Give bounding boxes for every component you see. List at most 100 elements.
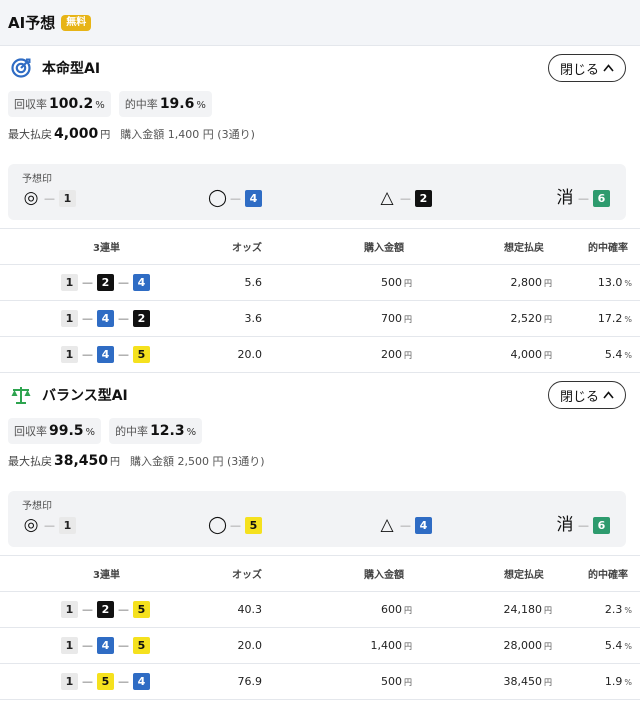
amount-value: 500	[381, 675, 402, 688]
amount-value: 200	[381, 348, 402, 361]
max-payout-label: 最大払戻	[8, 455, 52, 468]
trifecta-combo: 1 — 2 — 4	[0, 274, 150, 291]
boat-number-box: 4	[245, 189, 262, 207]
stat-value: 12.3	[150, 423, 185, 439]
stat-value: 99.5	[49, 423, 84, 439]
stat-label: 的中率	[115, 425, 149, 438]
yen-unit: 円	[404, 279, 412, 288]
marks-title: 予想印	[22, 501, 52, 512]
mark-symbol: 消	[556, 515, 574, 535]
purchase-summary: 購入金額 2,500 円 (3通り)	[130, 455, 265, 468]
column-header: 想定払戻	[430, 555, 570, 592]
dash: —	[82, 276, 93, 289]
table-row: 1—4—2 3.6 700 円 2,520 円 17.2%	[0, 300, 640, 337]
odds-value: 5.6	[244, 276, 263, 289]
expected-payout-cell: 24,180 円	[430, 591, 570, 628]
table-row: 1—4—5 20.0 200 円 4,000 円 5.4%	[0, 336, 640, 373]
section-title: 本命型AI	[42, 61, 101, 77]
trifecta-combo: 1 — 4 — 2	[0, 310, 150, 327]
boat-number-box: 5	[133, 346, 150, 363]
percent-unit: %	[624, 678, 632, 687]
hit-probability-cell: 13.0%	[570, 264, 640, 301]
odds-value: 3.6	[244, 312, 263, 325]
payout-value: 2,520	[510, 312, 543, 325]
boat-number-box: 6	[593, 189, 610, 207]
stat-pill: 回収率 100.2%	[8, 91, 111, 117]
dash: —	[82, 675, 93, 688]
column-header: 3連単	[0, 555, 150, 592]
chevron-up-icon	[603, 388, 614, 402]
odds-cell: 76.9	[150, 663, 280, 700]
payout-value: 4,000	[510, 348, 543, 361]
boat-number-box: 2	[133, 310, 150, 327]
payout-value: 24,180	[503, 603, 543, 616]
mark-symbol: ◯	[208, 188, 228, 208]
mark-symbol: ◎	[23, 515, 39, 535]
probability-value: 13.0	[597, 276, 623, 289]
prediction-table: 3連単 オッズ 購入金額 想定払戻 的中確率 1—2—5 40.3 600 円 24,180 円 2.…	[0, 555, 640, 700]
prediction-marks: 予想印 ◎ —1 ◯ —5 △ —4 消 —6	[8, 491, 626, 547]
stat-value: 100.2	[49, 96, 94, 112]
max-payout-label: 最大払戻	[8, 128, 52, 141]
amount-cell: 500 円	[280, 264, 430, 301]
yen-unit: 円	[544, 606, 552, 615]
dash: —	[118, 312, 129, 325]
dash: —	[82, 603, 93, 616]
mark-symbol: ◯	[208, 515, 228, 535]
free-badge: 無料	[61, 14, 92, 31]
mark-symbol: 消	[556, 188, 574, 208]
ai-section: バランス型AI 閉じる 回収率 99.5% 的中率 12.3% 最大払戻 38,450 円購入金…	[0, 373, 640, 700]
probability-value: 2.3	[604, 603, 623, 616]
mark-item: ◎ — 1	[22, 514, 76, 536]
stat-unit: %	[196, 100, 206, 111]
mark-symbol: ◎	[23, 188, 39, 208]
mark-item: △ — 4	[378, 514, 432, 536]
odds-value: 20.0	[237, 348, 263, 361]
amount-cell: 200 円	[280, 336, 430, 373]
yen-unit: 円	[404, 678, 412, 687]
table-row: 1—2—4 5.6 500 円 2,800 円 13.0%	[0, 264, 640, 301]
close-button[interactable]: 閉じる	[548, 381, 626, 409]
dash: —	[400, 191, 411, 205]
yen-unit: 円	[544, 678, 552, 687]
odds-cell: 40.3	[150, 591, 280, 628]
max-payout-value: 38,450	[54, 453, 109, 469]
stat-unit: %	[186, 427, 197, 438]
dash: —	[118, 639, 129, 652]
boat-number-box: 1	[61, 673, 78, 690]
close-button[interactable]: 閉じる	[548, 54, 626, 82]
page-title: AI予想	[8, 14, 56, 32]
close-label: 閉じる	[559, 389, 599, 405]
table-header: 3連単 オッズ 購入金額 想定払戻 的中確率	[0, 555, 640, 592]
amount-value: 700	[381, 312, 402, 325]
boat-number-box: 1	[61, 346, 78, 363]
probability-value: 1.9	[604, 675, 623, 688]
max-payout-unit: 円	[100, 130, 111, 141]
stat-label: 回収率	[14, 98, 47, 111]
dash: —	[118, 603, 129, 616]
prediction-marks: 予想印 ◎ —1 ◯ —4 △ —2 消 —6	[8, 164, 626, 220]
stat-label: 回収率	[14, 425, 47, 438]
boat-number-box: 1	[59, 189, 76, 207]
section-header: 本命型AI 閉じる	[0, 46, 640, 90]
stat-value: 19.6	[159, 96, 195, 112]
odds-cell: 20.0	[150, 627, 280, 664]
dash: —	[82, 639, 93, 652]
max-payout-value: 4,000	[54, 126, 99, 142]
dash: —	[82, 348, 93, 361]
section-title: バランス型AI	[42, 388, 128, 404]
stat-pill: 回収率 99.5%	[8, 418, 102, 444]
expected-payout-cell: 28,000 円	[430, 627, 570, 664]
odds-cell: 20.0	[150, 336, 280, 373]
prediction-table: 3連単 オッズ 購入金額 想定払戻 的中確率 1—2—4 5.6 500 円 2,800 円 13.0…	[0, 228, 640, 373]
table-row: 1—5—4 76.9 500 円 38,450 円 1.9%	[0, 663, 640, 700]
boat-number-box: 4	[415, 516, 432, 534]
yen-unit: 円	[404, 351, 412, 360]
boat-number-box: 1	[61, 274, 78, 291]
trifecta-combo: 1 — 4 — 5	[0, 346, 150, 363]
yen-unit: 円	[404, 606, 412, 615]
combo-cell: 1 — 4 — 2	[0, 300, 150, 337]
percent-unit: %	[624, 279, 632, 288]
amount-cell: 1,400 円	[280, 627, 430, 664]
dash: —	[118, 276, 129, 289]
